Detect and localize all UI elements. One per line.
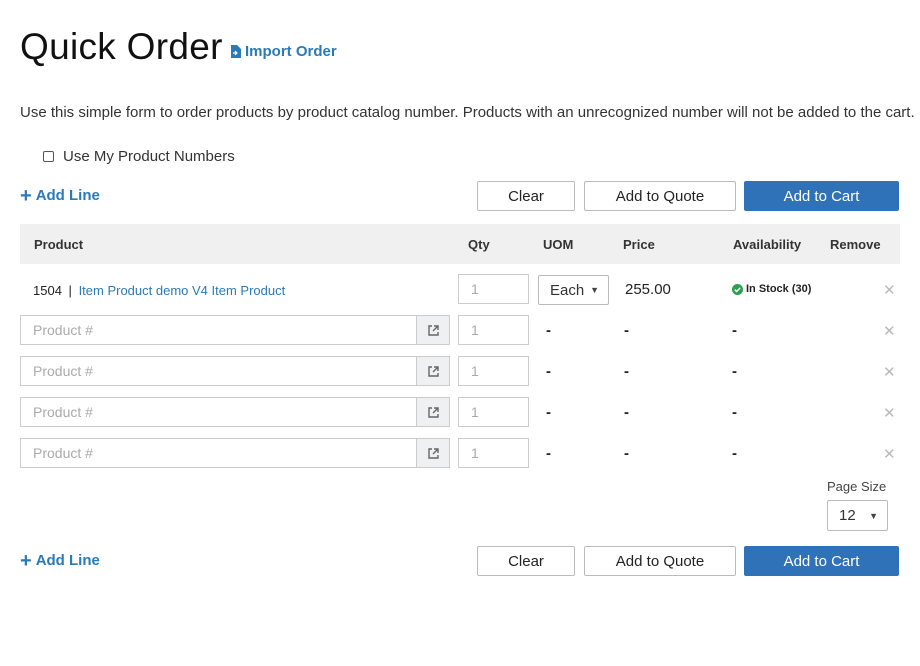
import-order-link[interactable]: Import Order bbox=[231, 43, 337, 60]
header-product: Product bbox=[34, 237, 84, 252]
add-to-cart-button-bottom[interactable]: Add to Cart bbox=[744, 546, 899, 576]
product-number-placeholder: Product # bbox=[33, 445, 93, 461]
product-number-input[interactable]: Product # bbox=[20, 315, 450, 345]
use-my-numbers-option[interactable]: Use My Product Numbers bbox=[43, 148, 235, 165]
availability-value: - bbox=[732, 322, 737, 339]
uom-value: Each bbox=[550, 281, 585, 299]
close-icon[interactable]: ✕ bbox=[883, 363, 896, 381]
page-size-value: 12 bbox=[839, 507, 856, 524]
availability-value: - bbox=[732, 404, 737, 421]
add-to-cart-button-top[interactable]: Add to Cart bbox=[744, 181, 899, 211]
page-description: Use this simple form to order products b… bbox=[20, 104, 915, 121]
product-number-input[interactable]: Product # bbox=[20, 356, 450, 386]
product-number-input[interactable]: Product # bbox=[20, 438, 450, 468]
product-number-placeholder: Product # bbox=[33, 363, 93, 379]
product-number-placeholder: Product # bbox=[33, 404, 93, 420]
qty-input[interactable]: 1 bbox=[458, 315, 529, 345]
uom-value: - bbox=[546, 404, 551, 421]
uom-value: - bbox=[546, 363, 551, 380]
price-value: 255.00 bbox=[625, 281, 671, 298]
product-name-link[interactable]: Item Product demo V4 Item Product bbox=[79, 283, 286, 298]
price-value: - bbox=[624, 322, 629, 339]
plus-icon: + bbox=[20, 184, 32, 207]
uom-value: - bbox=[546, 322, 551, 339]
close-icon[interactable]: ✕ bbox=[883, 445, 896, 463]
table-row-filled: 1504 | Item Product demo V4 Item Product bbox=[33, 283, 285, 298]
add-line-button-bottom[interactable]: + Add Line bbox=[20, 549, 100, 572]
plus-icon: + bbox=[20, 549, 32, 572]
add-to-quote-button-top[interactable]: Add to Quote bbox=[584, 181, 736, 211]
uom-select[interactable]: Each ▼ bbox=[538, 275, 609, 305]
external-link-icon[interactable] bbox=[416, 439, 449, 467]
close-icon[interactable]: ✕ bbox=[883, 404, 896, 422]
header-price: Price bbox=[623, 237, 655, 252]
page-title: Quick Order bbox=[20, 26, 223, 67]
page-size-select[interactable]: 12 ▼ bbox=[827, 500, 888, 531]
check-circle-icon bbox=[732, 283, 743, 295]
page-size-label: Page Size bbox=[827, 479, 887, 494]
use-my-numbers-label: Use My Product Numbers bbox=[63, 148, 235, 165]
close-icon[interactable]: ✕ bbox=[883, 322, 896, 340]
header-qty: Qty bbox=[468, 237, 490, 252]
clear-button-bottom[interactable]: Clear bbox=[477, 546, 575, 576]
availability-value: - bbox=[732, 445, 737, 462]
header-availability: Availability bbox=[733, 237, 802, 252]
availability-label: In Stock (30) bbox=[746, 283, 812, 295]
price-value: - bbox=[624, 445, 629, 462]
uom-value: - bbox=[546, 445, 551, 462]
availability-value: - bbox=[732, 363, 737, 380]
close-icon[interactable]: ✕ bbox=[883, 281, 896, 299]
header-remove: Remove bbox=[830, 237, 881, 252]
add-line-label: Add Line bbox=[35, 552, 100, 569]
price-value: - bbox=[624, 363, 629, 380]
product-number: 1504 bbox=[33, 283, 62, 298]
qty-input[interactable]: 1 bbox=[458, 438, 529, 468]
external-link-icon[interactable] bbox=[416, 398, 449, 426]
qty-input[interactable]: 1 bbox=[458, 274, 529, 304]
use-my-numbers-checkbox[interactable] bbox=[43, 151, 54, 162]
product-number-input[interactable]: Product # bbox=[20, 397, 450, 427]
external-link-icon[interactable] bbox=[416, 357, 449, 385]
qty-input[interactable]: 1 bbox=[458, 397, 529, 427]
external-link-icon[interactable] bbox=[416, 316, 449, 344]
qty-input[interactable]: 1 bbox=[458, 356, 529, 386]
caret-down-icon: ▼ bbox=[869, 510, 878, 521]
add-line-button-top[interactable]: + Add Line bbox=[20, 184, 100, 207]
product-number-placeholder: Product # bbox=[33, 322, 93, 338]
file-import-icon bbox=[231, 45, 241, 58]
clear-button-top[interactable]: Clear bbox=[477, 181, 575, 211]
add-to-quote-button-bottom[interactable]: Add to Quote bbox=[584, 546, 736, 576]
product-separator: | bbox=[68, 283, 72, 298]
price-value: - bbox=[624, 404, 629, 421]
availability-status: In Stock (30) bbox=[732, 283, 811, 295]
caret-down-icon: ▼ bbox=[590, 285, 599, 295]
add-line-label: Add Line bbox=[35, 187, 100, 204]
header-uom: UOM bbox=[543, 237, 574, 252]
import-order-label: Import Order bbox=[245, 43, 337, 60]
